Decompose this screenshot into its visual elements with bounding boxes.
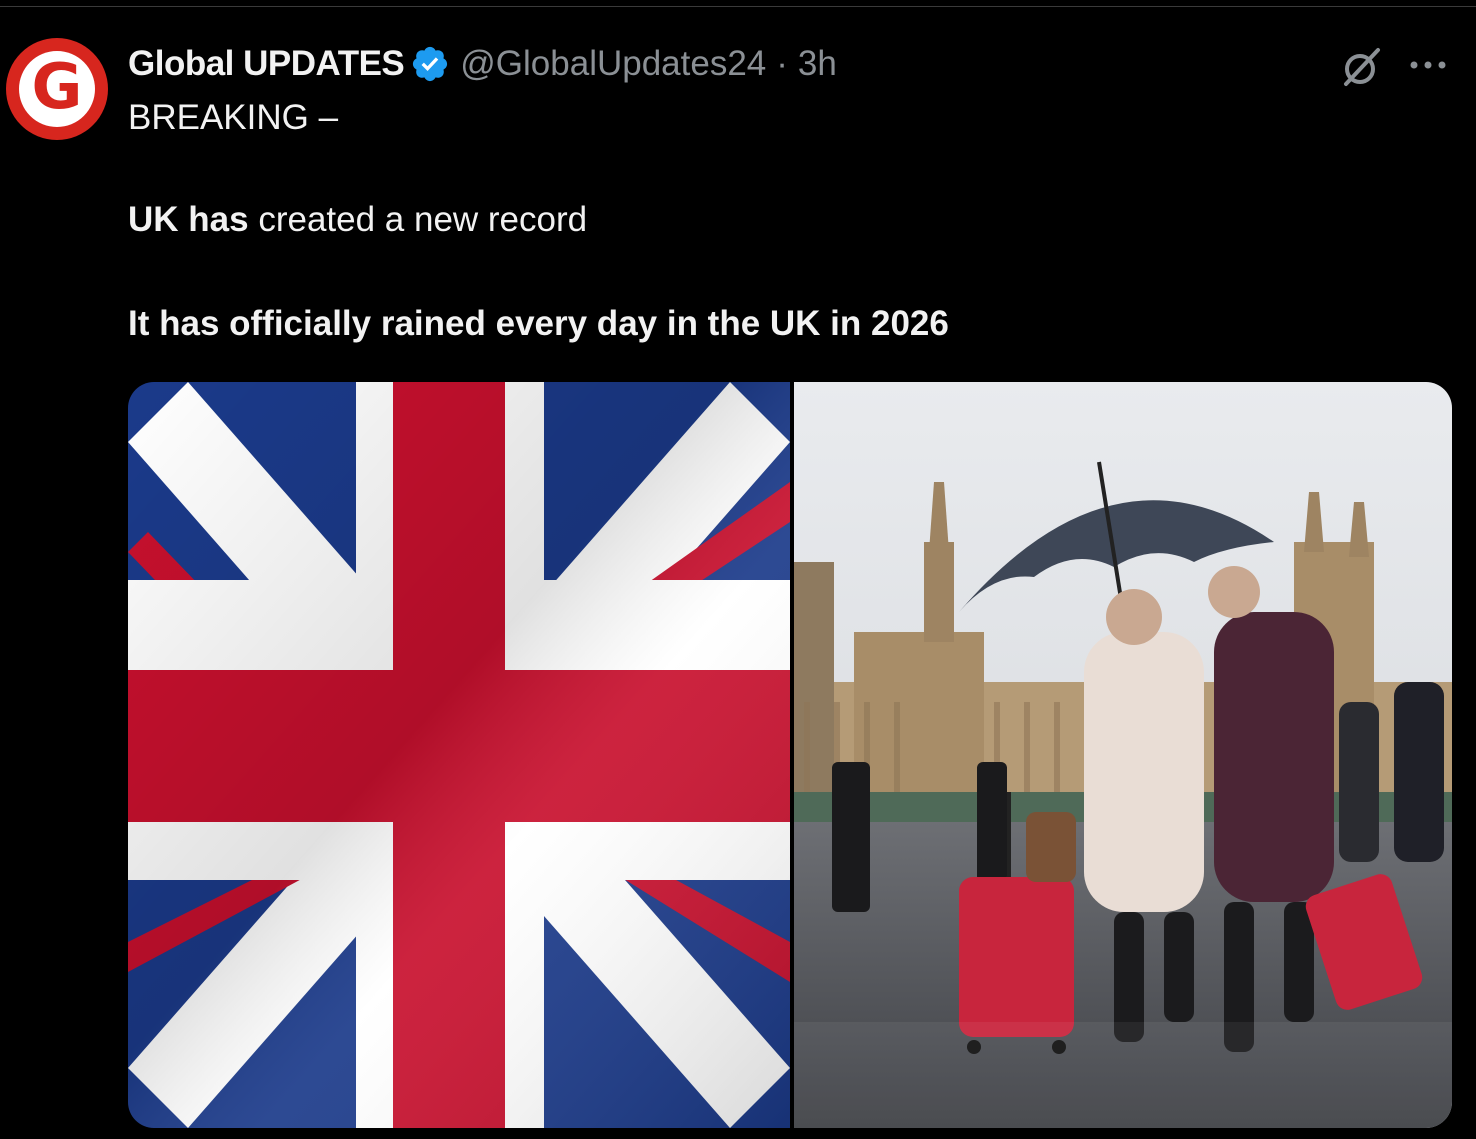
separator-dot: · [776,44,788,83]
verified-badge-icon[interactable] [410,44,450,84]
display-name[interactable]: Global UPDATES [128,44,405,84]
grok-icon[interactable] [1338,44,1384,90]
media-image-flag[interactable] [128,382,790,1128]
post-text-line-3: It has officially rained every day in th… [128,304,949,343]
post-header: Global UPDATES @GlobalUpdates24 · 3h [128,42,837,86]
top-divider [0,6,1476,7]
avatar-letter: G [31,50,83,123]
post-text-line-1: BREAKING – [128,98,339,137]
post-text-bold: UK has [128,200,249,239]
avatar[interactable]: G [6,38,108,140]
post-text-rest: created a new record [248,200,588,239]
author-handle[interactable]: @GlobalUpdates24 [460,44,766,84]
post-time[interactable]: 3h [798,44,837,84]
media-image-rain[interactable] [794,382,1452,1128]
post-media[interactable] [128,382,1452,1128]
union-jack-flag [128,382,790,1128]
avatar-logo: G [19,51,95,127]
more-options-icon[interactable] [1406,50,1450,80]
post-text-line-2: UK has created a new record [128,200,587,240]
london-rain-photo [794,382,1452,1128]
